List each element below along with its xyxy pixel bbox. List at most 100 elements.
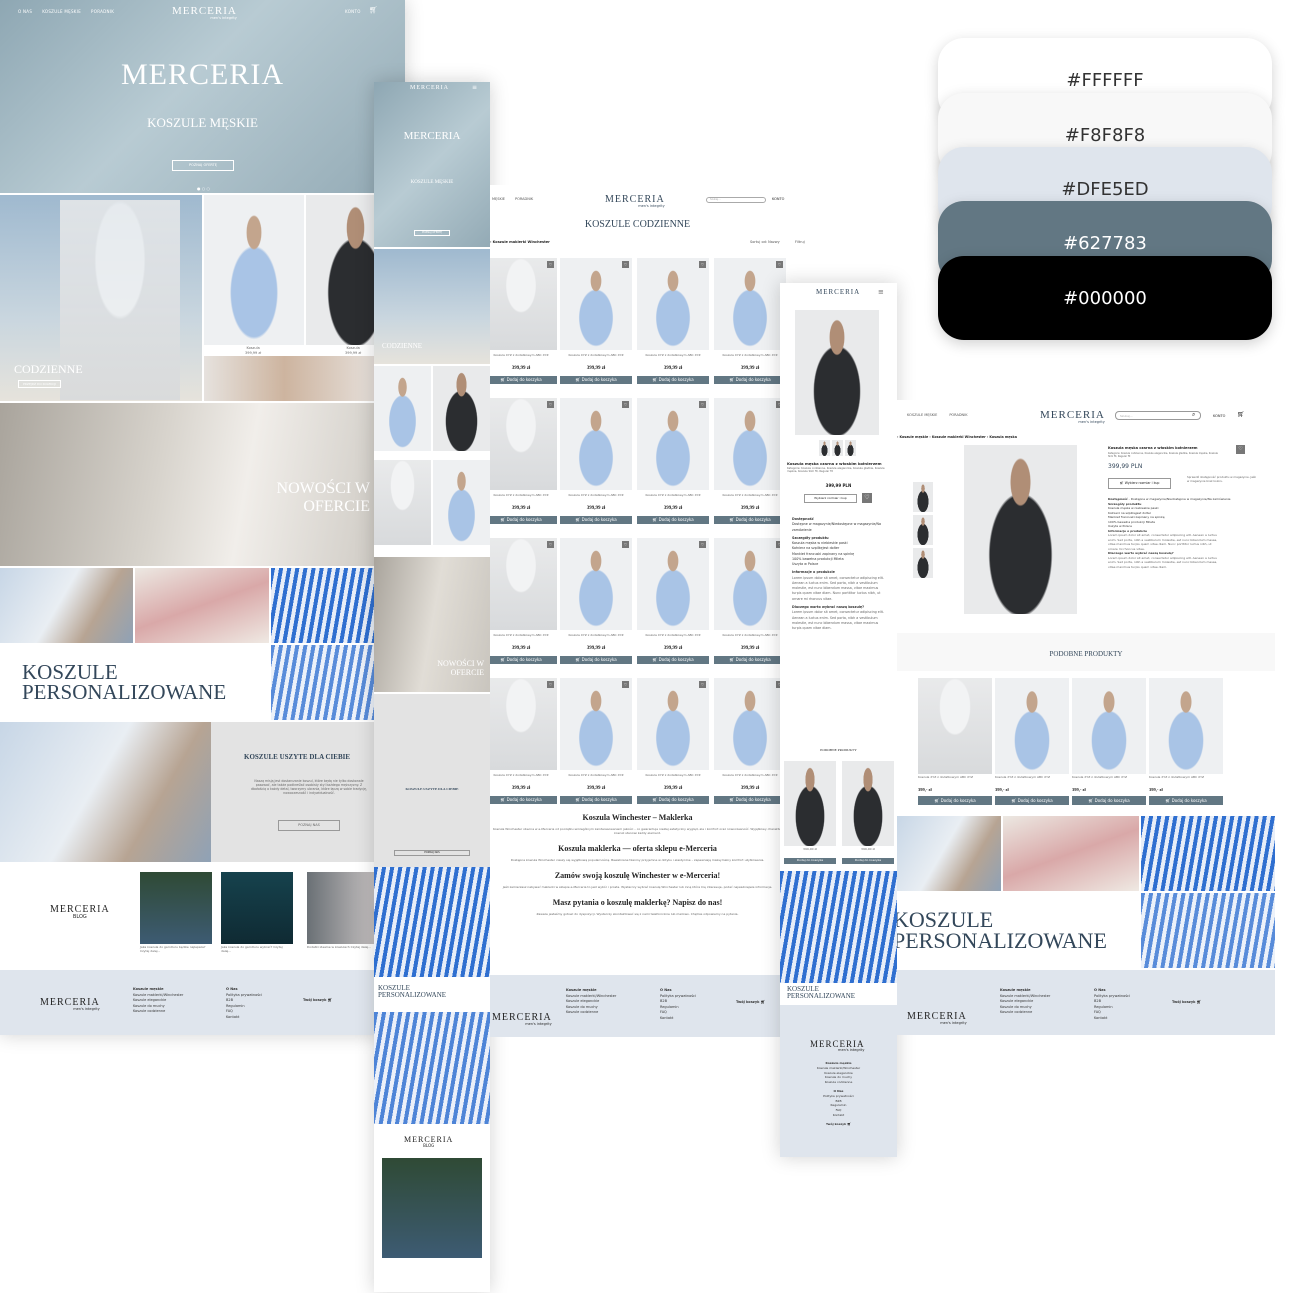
product-image[interactable]: [637, 678, 709, 770]
wishlist-heart-icon[interactable]: ♡: [622, 681, 629, 688]
blog-post-image[interactable]: [307, 872, 379, 944]
footer-link[interactable]: Koszule codzienne: [133, 1009, 183, 1015]
add-to-cart-button[interactable]: 🛒︎ Dodaj do koszyka: [714, 656, 786, 664]
product-thumb[interactable]: [374, 366, 431, 451]
product-card[interactable]: ♡ Koszula XYZ z dodatkowym ABC XYZ 399,9…: [637, 398, 709, 528]
add-to-cart-button[interactable]: 🛒︎ Dodaj do koszyka: [560, 656, 632, 664]
product-name[interactable]: Koszula XYZ z dodatkowym ABC XYZ: [490, 493, 557, 498]
product-name[interactable]: Koszula XYZ z dodatkowym ABC XYZ: [560, 353, 632, 358]
product-name[interactable]: Koszula XYZ z dodatkowym ABC XYZ: [1072, 775, 1146, 780]
product-card[interactable]: ♡ Koszula XYZ z dodatkowym ABC XYZ 399,9…: [637, 678, 709, 808]
blog-post-title[interactable]: Jaka koszula do garnituru będzie najleps…: [140, 945, 212, 954]
similar-product-image[interactable]: [842, 761, 894, 846]
similar-product-card[interactable]: Koszula XYZ z dodatkowym ABC XYZ 399,- z…: [918, 678, 992, 808]
wishlist-heart-icon[interactable]: ♡: [699, 261, 706, 268]
product-name[interactable]: Koszula XYZ z dodatkowym ABC XYZ: [490, 633, 557, 638]
select-size-button[interactable]: 🛒︎ Wybierz rozmiar i kup: [1108, 478, 1171, 489]
footer-cart-link[interactable]: Twój koszyk 🛒︎: [780, 1122, 897, 1127]
product-card[interactable]: ♡ Koszula XYZ z dodatkowym ABC XYZ 399,9…: [637, 258, 709, 388]
add-to-cart-button[interactable]: 🛒︎ Dodaj do koszyka: [637, 796, 709, 804]
product-thumbnail[interactable]: [819, 440, 830, 456]
product-image[interactable]: [714, 538, 786, 630]
add-to-cart-button[interactable]: 🛒︎ Dodaj do koszyka: [637, 656, 709, 664]
menu-icon[interactable]: ≡: [878, 288, 884, 296]
product-name[interactable]: Koszula XYZ z dodatkowym ABC XYZ: [995, 775, 1069, 780]
product-card[interactable]: ♡ Koszula XYZ z dodatkowym ABC XYZ 399,9…: [490, 258, 557, 388]
product-name[interactable]: Koszula XYZ z dodatkowym ABC XYZ: [560, 773, 632, 778]
product-name[interactable]: Koszula XYZ z dodatkowym ABC XYZ: [918, 775, 992, 780]
product-image[interactable]: [490, 398, 557, 490]
product-name[interactable]: Koszula XYZ z dodatkowym ABC XYZ: [560, 493, 632, 498]
product-card[interactable]: ♡ Koszula XYZ z dodatkowym ABC XYZ 399,9…: [714, 258, 786, 388]
wishlist-heart-icon[interactable]: ♡: [699, 681, 706, 688]
add-to-cart-button[interactable]: 🛒︎ Dodaj do koszyka: [714, 516, 786, 524]
product-card[interactable]: ♡ Koszula XYZ z dodatkowym ABC XYZ 399,9…: [637, 538, 709, 668]
add-to-cart-button[interactable]: 🛒︎ Dodaj do koszyka: [560, 796, 632, 804]
add-to-cart-button[interactable]: 🛒︎ Dodaj do koszyka: [918, 796, 992, 805]
product-image[interactable]: [995, 678, 1069, 774]
footer-cart-link[interactable]: Twój koszyk 🛒︎: [303, 998, 332, 1004]
logo[interactable]: MERCERIA: [410, 85, 449, 91]
product-image[interactable]: [560, 398, 632, 490]
wishlist-heart-icon[interactable]: ♡: [547, 681, 554, 688]
product-image[interactable]: [637, 398, 709, 490]
select-size-button[interactable]: Wybierz rozmiar i kup: [804, 494, 857, 503]
similar-product-card[interactable]: Koszula XYZ z dodatkowym ABC XYZ 399,- z…: [1149, 678, 1223, 808]
wishlist-heart-icon[interactable]: ♡: [547, 261, 554, 268]
product-thumbnail[interactable]: [913, 548, 933, 578]
search-icon[interactable]: ⌕: [1192, 411, 1195, 419]
product-image[interactable]: [1072, 678, 1146, 774]
product-image[interactable]: [560, 258, 632, 350]
product-thumbnail[interactable]: [913, 515, 933, 545]
nav-shirts[interactable]: MĘSKIE: [492, 197, 505, 201]
hero-cta-button[interactable]: POZNAJ OFERTĘ: [414, 230, 450, 236]
add-to-cart-button[interactable]: Dodaj do koszyka: [842, 858, 894, 864]
add-to-cart-button[interactable]: 🛒︎ Dodaj do koszyka: [995, 796, 1069, 805]
product-image[interactable]: [1149, 678, 1223, 774]
hero-cta-button[interactable]: POZNAJ OFERTĘ: [172, 160, 234, 171]
product-image[interactable]: [560, 538, 632, 630]
add-to-cart-button[interactable]: 🛒︎ Dodaj do koszyka: [560, 516, 632, 524]
product-name[interactable]: Koszula XYZ z dodatkowym ABC XYZ: [560, 633, 632, 638]
product-thumbnail[interactable]: [832, 440, 843, 456]
account-link[interactable]: KONTO: [345, 9, 361, 14]
breadcrumb[interactable]: › Koszule maklerki Winchester: [490, 240, 550, 244]
product-image[interactable]: [918, 678, 992, 774]
footer-link[interactable]: Koszule codzienne: [1000, 1010, 1050, 1016]
similar-product-image[interactable]: [784, 761, 836, 846]
product-card[interactable]: ♡ Koszula XYZ z dodatkowym ABC XYZ 399,9…: [560, 398, 632, 528]
blog-post-title[interactable]: Jaka koszula do garnituru wybrać? Czytaj…: [221, 945, 293, 954]
product-name[interactable]: Koszula XYZ z dodatkowym ABC XYZ: [714, 773, 786, 778]
footer-link[interactable]: Kontakt: [660, 1016, 696, 1022]
add-to-cart-button[interactable]: 🛒︎ Dodaj do koszyka: [714, 376, 786, 384]
product-name[interactable]: Koszula XYZ z dodatkowym ABC XYZ: [637, 633, 709, 638]
add-to-cart-button[interactable]: 🛒︎ Dodaj do koszyka: [1072, 796, 1146, 805]
tailored-button[interactable]: POZNAJ NAS: [394, 850, 470, 856]
wishlist-heart-icon[interactable]: ♡: [699, 541, 706, 548]
add-to-cart-button[interactable]: 🛒︎ Dodaj do koszyka: [490, 376, 557, 384]
search-input[interactable]: Szukaj...: [1115, 411, 1201, 420]
product-name[interactable]: Koszula XYZ z dodatkowym ABC XYZ: [1149, 775, 1223, 780]
product-card[interactable]: ♡ Koszula XYZ z dodatkowym ABC XYZ 399,9…: [490, 678, 557, 808]
cart-icon[interactable]: 🛒︎: [1237, 411, 1245, 418]
product-image[interactable]: [637, 258, 709, 350]
footer-link[interactable]: Kontakt: [1094, 1016, 1130, 1022]
product-card[interactable]: ♡ Koszula XYZ z dodatkowym ABC XYZ 399,9…: [560, 678, 632, 808]
add-to-cart-button[interactable]: 🛒︎ Dodaj do koszyka: [637, 376, 709, 384]
menu-icon[interactable]: ≡: [472, 84, 477, 91]
product-thumb[interactable]: [374, 460, 431, 545]
product-thumbnail[interactable]: [913, 482, 933, 512]
add-to-cart-button[interactable]: 🛒︎ Dodaj do koszyka: [714, 796, 786, 804]
logo[interactable]: MERCERIA men's integrity: [172, 6, 237, 21]
product-name[interactable]: Koszula XYZ z dodatkowym ABC XYZ: [637, 353, 709, 358]
product-image[interactable]: [714, 258, 786, 350]
carousel-dots[interactable]: ● ○ ○: [197, 186, 210, 191]
footer-cart-link[interactable]: Twój koszyk 🛒︎: [1172, 1000, 1201, 1006]
nav-shirts[interactable]: KOSZULE MĘSKIE: [907, 413, 937, 417]
category-button[interactable]: PRZEJDŹ DO KOLEKCJI: [18, 380, 62, 388]
product-card[interactable]: ♡ Koszula XYZ z dodatkowym ABC XYZ 399,9…: [714, 398, 786, 528]
nav-guide[interactable]: PORADNIK: [515, 197, 533, 201]
product-main-image[interactable]: [964, 445, 1077, 614]
account-link[interactable]: KONTO: [1213, 414, 1225, 418]
footer-link[interactable]: Koszule codzienne: [566, 1010, 616, 1016]
